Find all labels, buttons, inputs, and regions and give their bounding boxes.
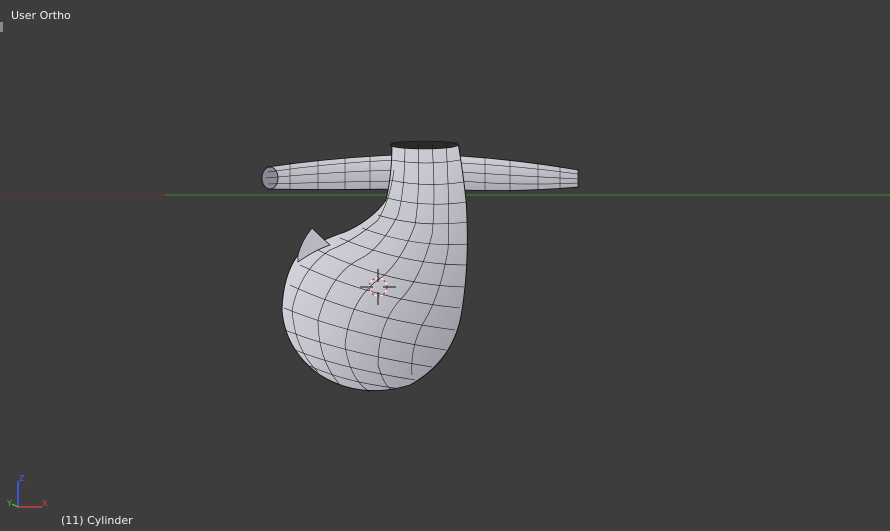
viewport-canvas[interactable] [0, 0, 890, 531]
axis-z-label: Z [19, 474, 25, 483]
left-arm [267, 154, 396, 190]
toolbar-toggle-handle[interactable] [0, 22, 3, 32]
top-cap [389, 140, 459, 150]
left-arm-cap [261, 166, 279, 190]
axis-x-label: X [42, 499, 48, 508]
axis-y-label: Y [6, 499, 12, 508]
active-object-label: (11) Cylinder [61, 514, 133, 527]
cylinder-mesh[interactable] [261, 140, 579, 393]
3d-viewport[interactable]: User Ortho Z X Y (11) Cylinder [0, 0, 890, 531]
view-name-label: User Ortho [11, 9, 71, 22]
axis-gizmo-icon: Z X Y [6, 474, 48, 508]
